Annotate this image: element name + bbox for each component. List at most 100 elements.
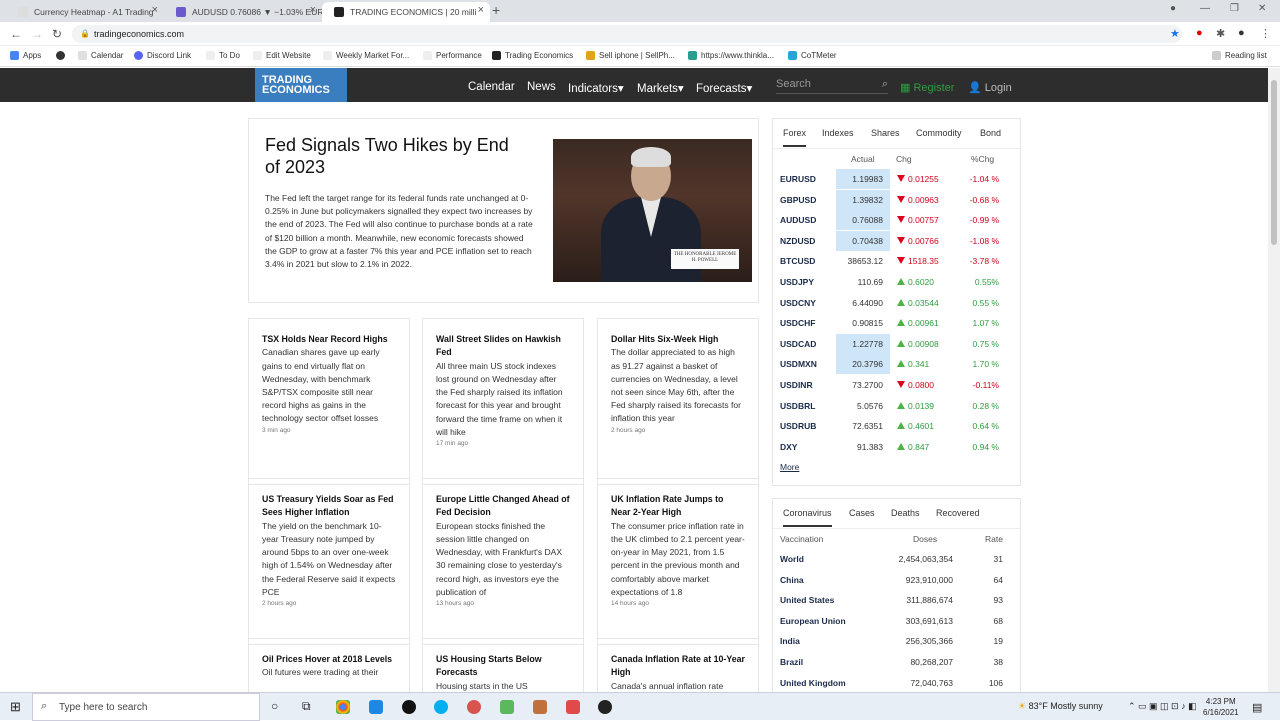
- app-icon[interactable]: [467, 700, 481, 714]
- bookmark-item[interactable]: https://www.thinkla...: [688, 51, 774, 60]
- symbol[interactable]: USDCAD: [780, 339, 816, 349]
- news-card[interactable]: US Housing Starts Below Forecasts Housing…: [422, 638, 584, 698]
- close-window-icon[interactable]: ✕: [1258, 3, 1266, 14]
- headline-story[interactable]: Fed Signals Two Hikes by End of 2023 The…: [248, 118, 759, 303]
- nav-news[interactable]: News: [527, 81, 556, 93]
- browser-tab[interactable]: Currency Heatmap - A1 Trading ×: [6, 2, 164, 22]
- tab-cases[interactable]: Cases: [849, 508, 875, 518]
- bookmark-item[interactable]: Weekly Market For...: [323, 51, 409, 60]
- symbol[interactable]: DXY: [780, 442, 797, 452]
- symbol[interactable]: GBPUSD: [780, 195, 816, 205]
- symbol[interactable]: USDINR: [780, 380, 813, 390]
- country[interactable]: India: [780, 636, 800, 646]
- covid-row[interactable]: China 923,910,000 64: [773, 570, 1020, 591]
- nav-forecasts[interactable]: Forecasts▾: [696, 81, 752, 95]
- search-icon[interactable]: ⌕: [882, 78, 888, 91]
- app-icon[interactable]: [369, 700, 383, 714]
- browser-tab[interactable]: AUDUSD 0.76086 ▼ −1.03% EUR ×: [164, 2, 322, 22]
- reading-list[interactable]: Reading list: [1212, 51, 1267, 60]
- back-icon[interactable]: ←: [10, 27, 22, 41]
- tab-deaths[interactable]: Deaths: [891, 508, 920, 518]
- bookmark-item[interactable]: Discord Link: [134, 51, 191, 60]
- covid-row[interactable]: European Union 303,691,613 68: [773, 611, 1020, 632]
- extensions-puzzle-icon[interactable]: ✱: [1216, 27, 1225, 40]
- cortana-icon[interactable]: ○: [271, 699, 278, 713]
- maximize-icon[interactable]: ❐: [1230, 3, 1239, 14]
- reload-icon[interactable]: ↻: [52, 27, 62, 41]
- tray-icons[interactable]: ⌃ ▭ ▣ ◫ ⊡ ♪ ◧: [1128, 701, 1197, 712]
- tab-recovered[interactable]: Recovered: [936, 508, 980, 518]
- close-tab-icon[interactable]: ×: [152, 4, 158, 16]
- bookmark-item[interactable]: Performance: [423, 51, 482, 60]
- forex-row[interactable]: DXY 91.383 0.847 0.94 %: [773, 437, 1020, 458]
- news-card[interactable]: Europe Little Changed Ahead of Fed Decis…: [422, 478, 584, 645]
- forex-row[interactable]: BTCUSD 38653.12 1518.35 -3.78 %: [773, 251, 1020, 272]
- country[interactable]: World: [780, 554, 804, 564]
- country[interactable]: Brazil: [780, 657, 803, 667]
- chrome-icon[interactable]: [336, 700, 350, 714]
- symbol[interactable]: AUDUSD: [780, 215, 816, 225]
- news-card[interactable]: TSX Holds Near Record Highs Canadian shar…: [248, 318, 410, 485]
- scrollbar-thumb[interactable]: [1271, 80, 1277, 245]
- symbol[interactable]: USDCNY: [780, 298, 816, 308]
- forex-row[interactable]: USDJPY 110.69 0.6020 0.55%: [773, 272, 1020, 293]
- nav-indicators[interactable]: Indicators▾: [568, 81, 624, 95]
- bookmark-item[interactable]: To Do: [206, 51, 240, 60]
- site-search-input[interactable]: Search ⌕: [776, 78, 888, 94]
- tab-shares[interactable]: Shares: [871, 128, 900, 138]
- clock[interactable]: 4:23 PM 6/16/2021: [1203, 696, 1239, 718]
- news-card[interactable]: Wall Street Slides on Hawkish Fed All thr…: [422, 318, 584, 485]
- forex-row[interactable]: USDRUB 72.6351 0.4601 0.64 %: [773, 416, 1020, 437]
- weather-widget[interactable]: ☀ 83°F Mostly sunny: [1018, 701, 1103, 712]
- site-logo[interactable]: TRADING ECONOMICS: [255, 68, 347, 102]
- profile-dropdown-icon[interactable]: ●: [1170, 3, 1176, 14]
- tab-coronavirus[interactable]: Coronavirus: [783, 508, 832, 527]
- symbol[interactable]: EURUSD: [780, 174, 816, 184]
- url-field[interactable]: 🔒 tradingeconomics.com: [72, 25, 1182, 43]
- close-tab-icon[interactable]: ×: [478, 4, 484, 16]
- skype-icon[interactable]: [434, 700, 448, 714]
- minimize-icon[interactable]: —: [1200, 3, 1210, 14]
- bookmark-item[interactable]: CoTMeter: [788, 51, 837, 60]
- country[interactable]: European Union: [780, 616, 846, 626]
- avatar[interactable]: ●: [1238, 27, 1245, 39]
- bookmark-item[interactable]: [56, 51, 65, 60]
- bookmark-star-icon[interactable]: ★: [1170, 27, 1180, 40]
- page-scrollbar[interactable]: [1268, 68, 1280, 692]
- forex-row[interactable]: USDBRL 5.0576 0.0139 0.28 %: [773, 396, 1020, 417]
- news-card[interactable]: US Treasury Yields Soar as Fed Sees High…: [248, 478, 410, 645]
- nav-markets[interactable]: Markets▾: [637, 81, 684, 95]
- app-icon[interactable]: [533, 700, 547, 714]
- register-link[interactable]: ▦ Register: [900, 81, 954, 94]
- bookmark-item[interactable]: Sell iphone | SellPh...: [586, 51, 675, 60]
- bookmark-item[interactable]: Trading Economics: [492, 51, 573, 60]
- covid-row[interactable]: World 2,454,063,354 31: [773, 549, 1020, 570]
- forex-row[interactable]: AUDUSD 0.76088 0.00757 -0.99 %: [773, 210, 1020, 231]
- symbol[interactable]: USDRUB: [780, 421, 816, 431]
- forex-row[interactable]: USDCNY 6.44090 0.03544 0.55 %: [773, 293, 1020, 314]
- new-tab-icon[interactable]: +: [492, 2, 500, 18]
- more-link[interactable]: More: [780, 462, 799, 472]
- login-link[interactable]: 👤 Login: [968, 81, 1012, 94]
- taskbar-search-input[interactable]: ⌕ Type here to search: [32, 693, 260, 721]
- windows-start-icon[interactable]: ⊞: [10, 699, 21, 715]
- news-card[interactable]: Oil Prices Hover at 2018 Levels Oil futur…: [248, 638, 410, 698]
- covid-row[interactable]: India 256,305,366 19: [773, 631, 1020, 652]
- forex-row[interactable]: NZDUSD 0.70438 0.00766 -1.08 %: [773, 230, 1020, 252]
- forex-row[interactable]: GBPUSD 1.39832 0.00963 -0.68 %: [773, 189, 1020, 211]
- app-icon[interactable]: [566, 700, 580, 714]
- news-card[interactable]: UK Inflation Rate Jumps to Near 2-Year H…: [597, 478, 759, 645]
- forex-row[interactable]: EURUSD 1.19983 0.01255 -1.04 %: [773, 169, 1020, 190]
- forex-row[interactable]: USDCAD 1.22778 0.00908 0.75 %: [773, 333, 1020, 355]
- symbol[interactable]: USDMXN: [780, 359, 817, 369]
- forward-icon[interactable]: →: [31, 27, 43, 41]
- country[interactable]: United Kingdom: [780, 678, 846, 688]
- news-card[interactable]: Dollar Hits Six-Week High The dollar appr…: [597, 318, 759, 485]
- close-tab-icon[interactable]: ×: [310, 4, 316, 16]
- extension-icon[interactable]: ●: [1196, 27, 1203, 39]
- symbol[interactable]: NZDUSD: [780, 236, 815, 246]
- app-icon[interactable]: [500, 700, 514, 714]
- symbol[interactable]: BTCUSD: [780, 256, 815, 266]
- tab-bond[interactable]: Bond: [980, 128, 1001, 138]
- app-icon[interactable]: [598, 700, 612, 714]
